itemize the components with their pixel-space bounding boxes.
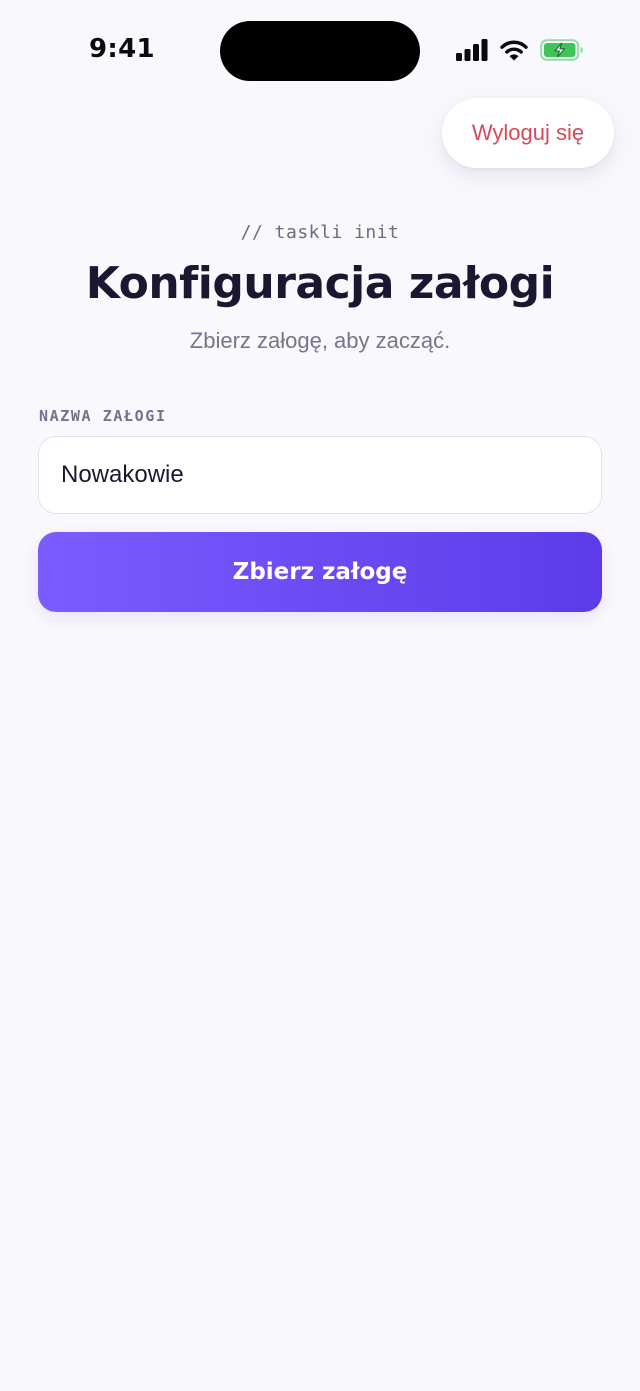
crew-name-label: NAZWA ZAŁOGI [39, 407, 167, 425]
cellular-signal-icon [456, 39, 488, 61]
page-title: Konfiguracja załogi [85, 258, 555, 309]
assemble-crew-button[interactable]: Zbierz załogę [38, 532, 602, 612]
status-icons [456, 39, 584, 61]
eyebrow-label: // taskli init [240, 222, 400, 243]
wifi-icon [500, 39, 528, 61]
dynamic-island [220, 21, 420, 81]
status-time: 9:41 [89, 34, 155, 64]
page-subtitle: Zbierz załogę, aby zacząć. [189, 328, 451, 353]
status-bar: 9:41 [0, 0, 640, 100]
battery-charging-icon [540, 39, 584, 61]
crew-name-input[interactable] [38, 436, 602, 514]
logout-button[interactable]: Wyloguj się [442, 98, 614, 168]
